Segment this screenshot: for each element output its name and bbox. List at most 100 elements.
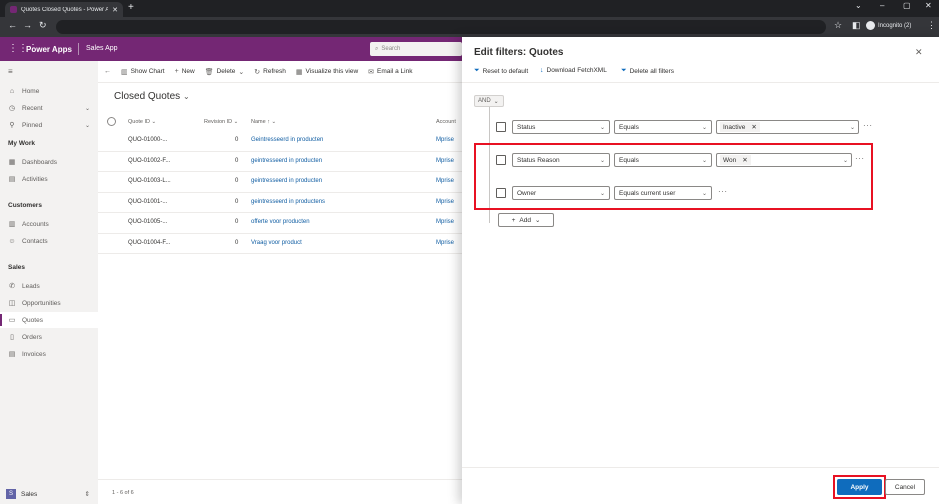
account-link[interactable]: Mprise xyxy=(436,158,454,164)
sidebar-item-contacts[interactable]: ☺ Contacts xyxy=(0,233,98,249)
table-row[interactable]: QUO-01002-F... 0 geintresseerd in produc… xyxy=(98,152,462,172)
cancel-button[interactable]: Cancel xyxy=(885,479,925,495)
sidebar-item-pinned[interactable]: ⚲ Pinned ⌄ xyxy=(0,117,98,133)
sidebar-item-opportunities[interactable]: ◫ Opportunities xyxy=(0,295,98,311)
tab-search-icon[interactable]: ⌄ xyxy=(855,1,862,10)
column-header-quote-id[interactable]: Quote ID ⌄ xyxy=(128,115,156,129)
operator-dropdown[interactable]: Equals ⌄ xyxy=(614,120,712,134)
apply-button[interactable]: Apply xyxy=(837,479,882,495)
name-link[interactable]: offerte voor producten xyxy=(251,219,310,225)
browser-tab[interactable]: Quotes Closed Quotes - Power A ✕ xyxy=(5,2,123,17)
chevron-down-icon[interactable]: ⌄ xyxy=(85,122,90,129)
email-link-button[interactable]: ✉ Email a Link xyxy=(368,68,412,76)
table-row[interactable]: QUO-01001-... 0 geintresseerd in product… xyxy=(98,193,462,213)
view-selector[interactable]: Closed Quotes ⌄ xyxy=(114,91,190,102)
account-link[interactable]: Mprise xyxy=(436,219,454,225)
column-header-account[interactable]: Account xyxy=(436,115,456,129)
value-picker[interactable]: Won ✕ ⌄ xyxy=(716,153,852,167)
close-tab-icon[interactable]: ✕ xyxy=(112,6,118,14)
filter-row-checkbox[interactable] xyxy=(496,122,506,132)
select-all-checkbox[interactable] xyxy=(107,117,116,126)
app-name[interactable]: Power Apps xyxy=(26,45,72,54)
close-icon[interactable]: ✕ xyxy=(915,47,923,58)
sidebar-item-quotes[interactable]: ▭ Quotes xyxy=(0,312,98,328)
revision-cell: 0 xyxy=(235,198,239,205)
sidebar-item-accounts[interactable]: ▥ Accounts xyxy=(0,216,98,232)
sidebar-item-orders[interactable]: ▯ Orders xyxy=(0,329,98,345)
chevron-down-icon[interactable]: ⌄ xyxy=(238,68,244,76)
refresh-icon: ↻ xyxy=(254,68,261,76)
browser-tab-strip: Quotes Closed Quotes - Power A ✕ + ⌄ – ▢… xyxy=(0,0,939,17)
more-options-icon[interactable]: ··· xyxy=(718,187,728,196)
account-link[interactable]: Mprise xyxy=(436,178,454,184)
name-link[interactable]: Vraag voor product xyxy=(251,240,302,246)
reset-to-default-button[interactable]: ⏷ Reset to default xyxy=(474,67,528,75)
sidebar-item-activities[interactable]: ▤ Activities xyxy=(0,171,98,187)
bookmark-star-icon[interactable]: ☆ xyxy=(834,20,842,31)
refresh-label: Refresh xyxy=(263,68,286,75)
filter-row-checkbox[interactable] xyxy=(496,188,506,198)
search-placeholder: Search xyxy=(381,46,401,52)
chevron-updown-icon: ⇕ xyxy=(84,491,90,498)
download-fetchxml-button[interactable]: ↓ Download FetchXML xyxy=(540,67,607,74)
remove-tag-icon[interactable]: ✕ xyxy=(742,156,747,164)
more-options-icon[interactable]: ··· xyxy=(855,154,865,163)
operator-dropdown[interactable]: Equals ⌄ xyxy=(614,153,712,167)
forward-icon[interactable]: → xyxy=(23,20,32,30)
sidebar-item-dashboards[interactable]: ▦ Dashboards xyxy=(0,154,98,170)
group-operator-label: AND xyxy=(478,98,491,104)
table-row[interactable]: QUO-01005-... 0 offerte voor producten M… xyxy=(98,213,462,234)
operator-dropdown[interactable]: Equals current user ⌄ xyxy=(614,186,712,200)
reload-icon[interactable]: ↻ xyxy=(39,20,47,31)
more-options-icon[interactable]: ··· xyxy=(863,121,873,130)
name-link[interactable]: geintresseerd in productens xyxy=(251,199,325,205)
account-link[interactable]: Mprise xyxy=(436,137,454,143)
field-dropdown[interactable]: Status ⌄ xyxy=(512,120,610,134)
field-dropdown[interactable]: Owner ⌄ xyxy=(512,186,610,200)
table-row[interactable]: QUO-01000-... 0 Geintresseerd in product… xyxy=(98,131,462,152)
show-chart-button[interactable]: ▥ Show Chart xyxy=(121,68,165,76)
account-link[interactable]: Mprise xyxy=(436,199,454,205)
minimize-icon[interactable]: – xyxy=(880,1,884,10)
name-link[interactable]: Geintresseerd in producten xyxy=(251,137,323,143)
side-panel-icon[interactable]: ◧ xyxy=(852,20,861,31)
search-box[interactable]: ⌕ Search xyxy=(370,42,462,56)
hamburger-icon[interactable]: ≡ xyxy=(8,67,13,76)
filter-delete-icon: ⏷ xyxy=(621,67,627,74)
maximize-icon[interactable]: ▢ xyxy=(903,1,911,10)
address-bar[interactable] xyxy=(56,20,826,34)
column-header-name[interactable]: Name ↑ ⌄ xyxy=(251,115,276,129)
add-filter-button[interactable]: + Add ⌄ xyxy=(498,213,554,227)
new-button[interactable]: + New xyxy=(175,68,195,75)
filter-row-checkbox[interactable] xyxy=(496,155,506,165)
app-subtitle[interactable]: Sales App xyxy=(86,45,118,52)
name-link[interactable]: geintresseerd in producten xyxy=(251,178,322,184)
close-window-icon[interactable]: ✕ xyxy=(925,1,932,10)
sidebar-item-leads[interactable]: ✆ Leads xyxy=(0,278,98,294)
table-row[interactable]: QUO-01003-L... 0 geintresseerd in produc… xyxy=(98,172,462,193)
incognito-indicator[interactable]: Incognito (2) xyxy=(866,21,911,30)
visualize-label: Visualize this view xyxy=(305,68,359,75)
back-icon[interactable]: ← xyxy=(8,20,17,30)
field-dropdown[interactable]: Status Reason ⌄ xyxy=(512,153,610,167)
visualize-button[interactable]: ▦ Visualize this view xyxy=(296,68,358,76)
remove-tag-icon[interactable]: ✕ xyxy=(751,123,756,131)
table-row[interactable]: QUO-01004-F... 0 Vraag voor product Mpri… xyxy=(98,234,462,254)
browser-menu-icon[interactable]: ⋮ xyxy=(927,20,936,31)
sidebar-item-label: Activities xyxy=(22,175,48,183)
value-picker[interactable]: Inactive ✕ ⌄ xyxy=(716,120,859,134)
refresh-button[interactable]: ↻ Refresh xyxy=(254,68,286,76)
back-button[interactable]: ← xyxy=(104,68,111,75)
chevron-down-icon[interactable]: ⌄ xyxy=(85,105,90,112)
sidebar-item-home[interactable]: ⌂ Home xyxy=(0,83,98,99)
new-tab-icon[interactable]: + xyxy=(128,2,134,13)
delete-button[interactable]: 🗑 Delete ⌄ xyxy=(205,68,245,76)
group-operator-dropdown[interactable]: AND ⌄ xyxy=(474,95,504,107)
sidebar-item-invoices[interactable]: ▤ Invoices xyxy=(0,346,98,362)
sidebar-item-recent[interactable]: ◷ Recent ⌄ xyxy=(0,100,98,116)
name-link[interactable]: geintresseerd in producten xyxy=(251,158,322,164)
area-switcher[interactable]: S Sales ⇕ xyxy=(0,484,98,504)
delete-all-filters-button[interactable]: ⏷ Delete all filters xyxy=(621,67,674,75)
column-header-revision-id[interactable]: Revision ID ⌄ xyxy=(204,115,238,129)
account-link[interactable]: Mprise xyxy=(436,240,454,246)
